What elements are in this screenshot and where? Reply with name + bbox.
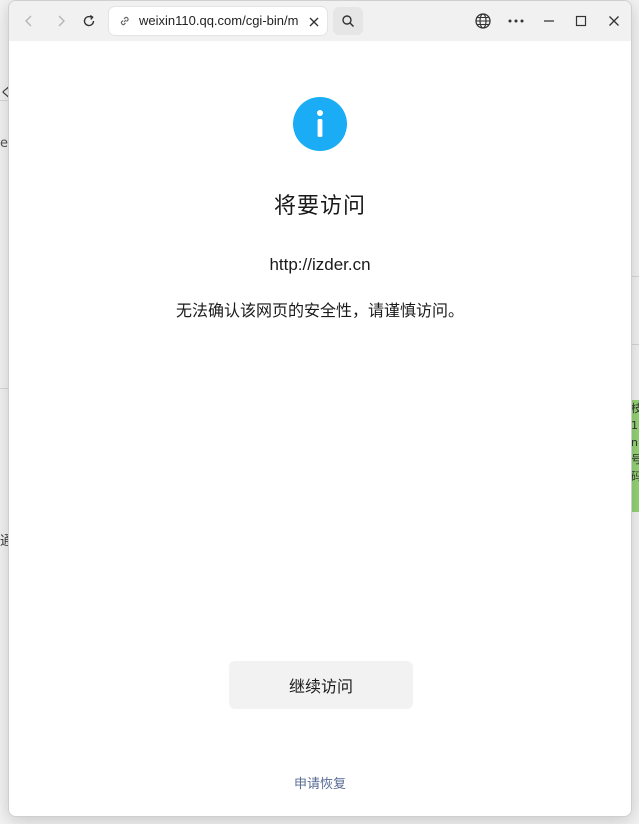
- page-title: 将要访问: [273, 194, 366, 219]
- continue-visit-button[interactable]: 继续访问: [229, 661, 413, 709]
- background-divider: [0, 100, 8, 101]
- target-url: http://izder.cn: [269, 255, 371, 274]
- minimize-icon: [544, 20, 554, 22]
- link-icon: [120, 16, 129, 26]
- close-window-button[interactable]: [600, 7, 628, 35]
- minimize-button[interactable]: [535, 7, 563, 35]
- apply-recovery-link[interactable]: 申请恢复: [9, 773, 631, 792]
- search-icon: [342, 15, 355, 28]
- background-green-text: 号: [631, 453, 639, 466]
- forward-arrow-icon: [58, 15, 65, 27]
- more-icon: [508, 19, 524, 23]
- background-divider: [632, 276, 639, 277]
- maximize-button[interactable]: [567, 7, 595, 35]
- page-content: 将要访问 http://izder.cn 无法确认该网页的安全性，请谨慎访问。 …: [9, 41, 631, 816]
- globe-icon: [475, 13, 491, 29]
- background-green-text: 1: [631, 419, 638, 432]
- close-icon: [309, 17, 319, 27]
- globe-button[interactable]: [469, 7, 497, 35]
- browser-window: weixin110.qq.com/cgi-bin/m 将要访问 http://i…: [8, 0, 632, 817]
- browser-toolbar: weixin110.qq.com/cgi-bin/m: [9, 1, 631, 41]
- info-icon: [293, 97, 347, 151]
- forward-button[interactable]: [47, 7, 75, 35]
- address-url: weixin110.qq.com/cgi-bin/m: [139, 13, 299, 28]
- background-green-text: n: [631, 436, 638, 449]
- search-button[interactable]: [333, 7, 363, 35]
- address-bar[interactable]: weixin110.qq.com/cgi-bin/m: [109, 7, 327, 35]
- back-button[interactable]: [15, 7, 43, 35]
- clear-address-button[interactable]: [307, 14, 321, 28]
- refresh-button[interactable]: [75, 7, 103, 35]
- background-green-text: 码: [631, 470, 639, 483]
- security-warning: 无法确认该网页的安全性，请谨慎访问。: [175, 301, 464, 320]
- maximize-icon: [575, 15, 587, 27]
- background-green-text: 枝: [631, 402, 639, 415]
- close-icon: [609, 16, 619, 26]
- background-divider: [0, 388, 8, 389]
- background-divider: [632, 344, 639, 345]
- back-arrow-icon: [25, 15, 32, 27]
- refresh-icon: [83, 15, 95, 27]
- more-button[interactable]: [502, 7, 530, 35]
